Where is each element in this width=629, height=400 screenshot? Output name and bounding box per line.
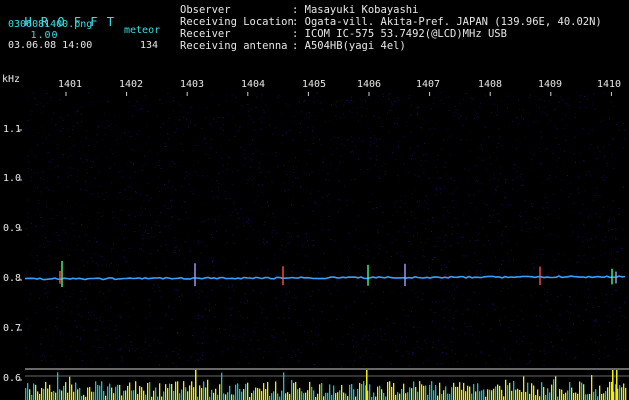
echo-bars xyxy=(25,370,627,400)
spectrogram xyxy=(18,92,629,400)
axis-ticks xyxy=(18,92,612,381)
signal-trace xyxy=(24,275,626,281)
noise-layer xyxy=(25,92,626,368)
meteor-blips xyxy=(59,260,617,287)
